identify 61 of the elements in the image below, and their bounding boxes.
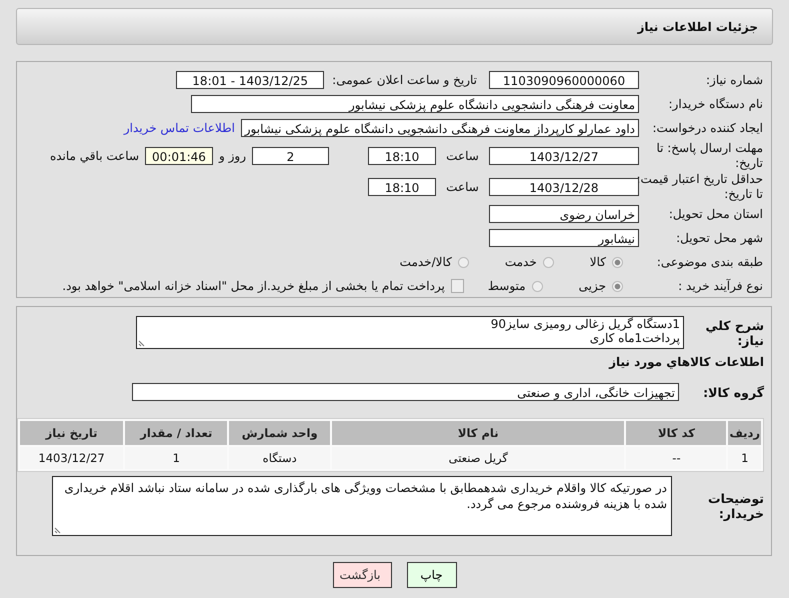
input-field[interactable]: معاونت فرهنگی دانشجویی دانشگاه علوم پزشکی نیشابور — [191, 95, 639, 113]
section-heading: اطلاعات کالاهاي مورد نياز — [608, 355, 764, 371]
field-label: ساعت باقي مانده — [50, 148, 139, 162]
input-field[interactable]: 1403/12/28 — [489, 178, 639, 196]
column-header: تاریخ نیاز — [20, 421, 124, 445]
radio-label: کالا — [590, 255, 606, 269]
table-cell: -- — [626, 447, 726, 469]
field-label: توضیحات خریدار: — [707, 491, 764, 521]
description-box[interactable]: 1دستگاه گریل زغالی رومیزی سایز90 پرداخت1ماه کاری — [136, 316, 684, 349]
column-header: کد کالا — [626, 421, 726, 445]
field-label: ساعت — [445, 148, 480, 162]
input-field[interactable]: 2 — [252, 146, 329, 164]
field-label: ساعت — [445, 180, 480, 194]
input-field[interactable]: 1403/12/25 - 18:01 — [176, 71, 324, 89]
back-button[interactable]: بازگشت — [332, 562, 392, 588]
field-label: تاریخ و ساعت اعلان عمومی: — [332, 73, 477, 87]
field-label: طبقه بندی موضوعی: — [656, 254, 763, 270]
checkbox-label: پرداخت تمام یا بخشی از مبلغ خرید.از محل "اسناد خزانه اسلامی" خواهد بود. — [62, 279, 445, 293]
radio-button[interactable] — [532, 280, 543, 292]
contact-link[interactable]: اطلاعات تماس خریدار — [124, 121, 235, 135]
input-field[interactable]: 1403/12/27 — [489, 146, 639, 164]
input-field[interactable]: نیشابور — [489, 229, 639, 247]
input-field[interactable]: تجهیزات خانگی، اداری و صنعتی — [132, 383, 679, 401]
radio-label: خدمت — [504, 255, 537, 269]
table-cell: 1 — [728, 447, 761, 469]
radio-button[interactable] — [612, 280, 623, 292]
radio-button[interactable] — [612, 256, 623, 268]
table-cell: گریل صنعتی — [332, 447, 624, 469]
input-field[interactable]: داود عمارلو کارپرداز معاونت فرهنگی دانشجویی دانشگاه علوم پزشکی نیشابور — [241, 119, 639, 137]
field-label: گروه کالا: — [702, 384, 764, 400]
column-header: واحد شمارش — [229, 421, 330, 445]
column-header: تعداد / مقدار — [125, 421, 228, 445]
radio-label: کالا/خدمت — [400, 255, 452, 269]
table-cell: 1 — [125, 447, 228, 469]
checkbox[interactable] — [450, 279, 464, 293]
table-cell: 1403/12/27 — [20, 447, 124, 469]
notes-box[interactable]: در صورتیکه کالا واقلام خریداری شدهمطابق با مشخصات وویژگی های بارگذاری شده در سامانه ستاد نباشد اقلام خریداری شده با هزینه فروشنده مرجوع می گردد. — [52, 476, 672, 536]
field-label: شماره نیاز: — [705, 72, 763, 88]
field-label: شرح کلي نياز: — [704, 318, 764, 348]
input-field[interactable]: خراسان رضوی — [489, 205, 639, 223]
field-label: استان محل تحویل: — [668, 206, 763, 222]
column-header: نام کالا — [332, 421, 624, 445]
radio-label: جزیی — [578, 279, 606, 293]
column-header: ردیف — [728, 421, 761, 445]
field-label: نوع فرآیند خرید : — [677, 278, 763, 294]
field-label: روز و — [219, 148, 246, 162]
radio-label: متوسط — [488, 279, 526, 293]
radio-button[interactable] — [542, 256, 554, 268]
print-button[interactable]: چاپ — [406, 562, 456, 588]
table-cell: دستگاه — [229, 447, 330, 469]
page-title: جزئیات اطلاعات نیاز — [637, 20, 758, 34]
notes-text: در صورتیکه کالا واقلام خریداری شدهمطابق با مشخصات وویژگی های بارگذاری شده در سامانه ستاد نباشد اقلام خریداری شده با هزینه فروشنده مرجوع می گردد. — [64, 481, 667, 511]
input-field[interactable]: 1103090960000060 — [489, 71, 639, 89]
field-label: مهلت ارسال پاسخ: تا تاریخ: — [655, 140, 763, 170]
input-field[interactable]: 18:10 — [368, 146, 436, 164]
countdown-field: 00:01:46 — [145, 146, 213, 164]
field-label: نام دستگاه خریدار: — [668, 96, 763, 112]
input-field[interactable]: 18:10 — [368, 178, 436, 196]
field-label: ایجاد کننده درخواست: — [651, 120, 763, 136]
field-label: شهر محل تحویل: — [675, 230, 763, 246]
radio-button[interactable] — [458, 256, 469, 268]
